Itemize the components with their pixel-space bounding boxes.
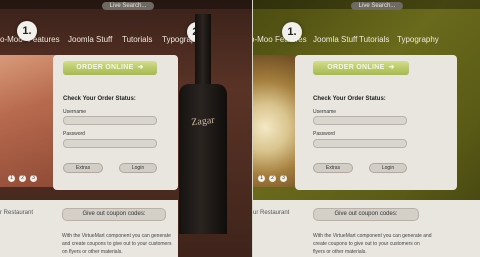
nav-item-typography[interactable]: Typography	[397, 35, 439, 44]
slider-dot-2[interactable]: 2	[269, 175, 276, 182]
left-screenshot-panel: Live Search... o-Moo Features Joomla Stu…	[0, 0, 253, 257]
coupon-description: With the VirtueMart component you can ge…	[62, 233, 172, 255]
nav-item-moo[interactable]: o-Moo	[253, 35, 273, 44]
order-online-button[interactable]: ORDER ONLINE ➜	[63, 61, 157, 75]
slider-dot-3[interactable]: 3	[280, 175, 287, 182]
step-badge-1: 1.	[282, 22, 302, 42]
slider-dot-1[interactable]: 1	[8, 175, 15, 182]
coupon-codes-heading: Give out coupon codes:	[313, 208, 419, 221]
username-input[interactable]	[63, 116, 157, 125]
arrow-right-icon: ➜	[388, 64, 395, 71]
coupon-description: With the VirtueMart component you can ge…	[313, 233, 432, 255]
order-status-title: Check Your Order Status:	[313, 96, 386, 102]
username-input[interactable]	[313, 116, 407, 125]
password-input[interactable]	[63, 139, 157, 148]
step-badge-1: 1.	[17, 21, 37, 41]
main-nav: o-Moo Features Joomla Stuff Tutorials Ty…	[0, 35, 253, 47]
right-screenshot-panel: Live Search... o-Moo Features Joomla Stu…	[253, 0, 480, 257]
login-button[interactable]: Login	[119, 163, 157, 173]
live-search-input[interactable]: Live Search...	[102, 2, 154, 10]
restaurant-heading: ur Restaurant	[253, 210, 290, 216]
extras-button[interactable]: Extras	[63, 163, 103, 173]
nav-item-joomla-stuff[interactable]: Joomla Stuff	[68, 35, 112, 44]
coupon-codes-heading: Give out coupon codes:	[62, 208, 166, 221]
slider-dot-3[interactable]: 3	[30, 175, 37, 182]
password-input[interactable]	[313, 139, 407, 148]
image-slider[interactable]: 1 2 3	[253, 55, 295, 187]
nav-item-joomla-stuff[interactable]: Joomla Stuff	[313, 35, 357, 44]
extras-button[interactable]: Extras	[313, 163, 353, 173]
password-label: Password	[63, 131, 85, 137]
wine-bottle-neck	[195, 14, 211, 88]
bottle-label-text: Zagar	[190, 114, 216, 129]
slider-dot-1[interactable]: 1	[258, 175, 265, 182]
arrow-right-icon: ➜	[137, 64, 144, 71]
order-card: ORDER ONLINE ➜ Check Your Order Status: U…	[53, 55, 178, 190]
username-label: Username	[63, 109, 87, 115]
live-search-input[interactable]: Live Search...	[351, 2, 403, 10]
order-card: ORDER ONLINE ➜ Check Your Order Status: U…	[295, 55, 457, 190]
password-label: Password	[313, 131, 335, 137]
nav-item-tutorials[interactable]: Tutorials	[359, 35, 389, 44]
order-online-button[interactable]: ORDER ONLINE ➜	[313, 61, 409, 75]
username-label: Username	[313, 109, 337, 115]
order-status-title: Check Your Order Status:	[63, 96, 136, 102]
nav-item-tutorials[interactable]: Tutorials	[122, 35, 152, 44]
restaurant-heading: r Restaurant	[0, 210, 34, 216]
slider-dot-2[interactable]: 2	[19, 175, 26, 182]
login-button[interactable]: Login	[369, 163, 407, 173]
